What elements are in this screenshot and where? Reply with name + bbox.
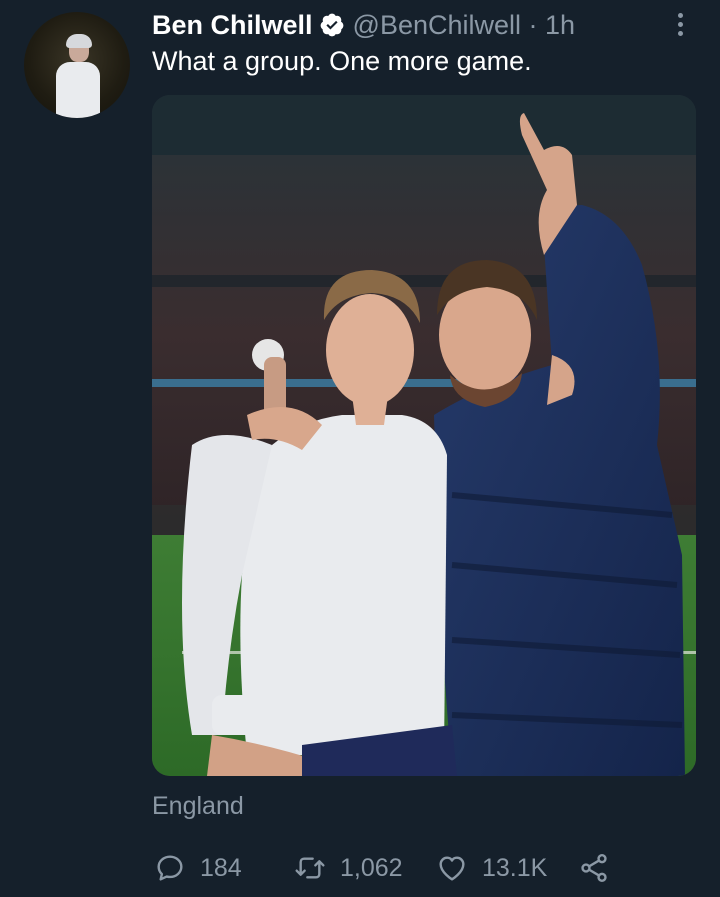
retweet-icon	[295, 857, 325, 879]
tweet-text: What a group. One more game.	[152, 46, 532, 76]
reply-count: 184	[200, 853, 242, 882]
share-icon	[581, 854, 607, 882]
location[interactable]: England	[152, 792, 244, 821]
verified-badge-icon	[319, 12, 345, 38]
heart-icon	[439, 856, 465, 881]
more-vertical-icon[interactable]	[668, 8, 692, 40]
reply-icon	[157, 855, 183, 881]
share-button[interactable]	[578, 848, 610, 888]
tweet-actions: 184 1,062 13.1K	[152, 848, 622, 888]
tweet-photo[interactable]	[152, 95, 696, 776]
tweet-header: Ben Chilwell @BenChilwell · 1h	[152, 8, 575, 42]
reply-button[interactable]: 184	[154, 848, 242, 888]
avatar[interactable]	[24, 12, 130, 118]
photo-illustration	[152, 95, 696, 776]
retweet-count: 1,062	[340, 853, 403, 882]
like-button[interactable]: 13.1K	[436, 848, 547, 888]
retweet-button[interactable]: 1,062	[294, 848, 403, 888]
avatar-torso	[56, 62, 100, 118]
like-count: 13.1K	[482, 853, 548, 882]
avatar-beanie	[66, 34, 92, 48]
handle-and-time[interactable]: @BenChilwell · 1h	[353, 10, 576, 41]
display-name[interactable]: Ben Chilwell	[152, 10, 313, 41]
